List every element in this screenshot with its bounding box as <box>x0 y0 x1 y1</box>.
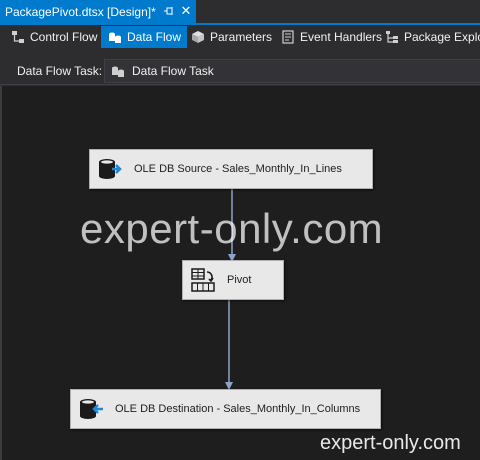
data-flow-canvas[interactable]: OLE DB Source - Sales_Monthly_In_Lines P… <box>0 86 480 460</box>
pivot-label: Pivot <box>227 274 252 286</box>
ole-db-destination-component[interactable]: OLE DB Destination - Sales_Monthly_In_Co… <box>70 389 381 429</box>
tab-event-handlers-label: Event Handlers <box>300 30 383 44</box>
event-handlers-icon <box>282 30 294 44</box>
tab-data-flow[interactable]: Data Flow <box>101 26 188 48</box>
pivot-icon <box>191 268 215 292</box>
tab-package-explorer-label: Package Explor <box>404 30 480 44</box>
data-flow-task-icon <box>112 66 124 77</box>
tab-package-explorer[interactable]: Package Explor <box>378 26 480 48</box>
tab-parameters[interactable]: Parameters <box>184 26 278 48</box>
tab-event-handlers[interactable]: Event Handlers <box>274 26 388 48</box>
tab-data-flow-label: Data Flow <box>127 30 182 44</box>
ole-db-destination-icon <box>80 399 103 419</box>
parameters-icon <box>192 31 204 43</box>
package-explorer-icon <box>386 31 398 43</box>
data-flow-task-dropdown[interactable]: Data Flow Task <box>104 59 480 83</box>
document-tab-strip: PackagePivot.dtsx [Design]* ✕ <box>0 0 480 25</box>
data-flow-task-value: Data Flow Task <box>132 64 214 78</box>
ole-db-destination-label: OLE DB Destination - Sales_Monthly_In_Co… <box>115 403 361 415</box>
ole-db-source-icon <box>99 159 122 179</box>
control-flow-icon <box>12 31 24 43</box>
tab-control-flow[interactable]: Control Flow <box>4 26 103 48</box>
document-tab[interactable]: PackagePivot.dtsx [Design]* ✕ <box>0 0 196 23</box>
task-bar: Data Flow Task: Data Flow Task <box>0 56 480 85</box>
ole-db-source-label: OLE DB Source - Sales_Monthly_In_Lines <box>134 163 342 175</box>
data-flow-task-label: Data Flow Task: <box>17 64 103 78</box>
designer-tab-bar: Control Flow Data Flow Parameters Event … <box>0 25 480 50</box>
tab-control-flow-label: Control Flow <box>30 30 98 44</box>
document-tab-title: PackagePivot.dtsx [Design]* <box>5 4 156 19</box>
ole-db-source-component[interactable]: OLE DB Source - Sales_Monthly_In_Lines <box>89 149 373 189</box>
pin-icon[interactable] <box>163 5 175 17</box>
tab-parameters-label: Parameters <box>210 30 273 44</box>
data-flow-icon <box>109 32 121 43</box>
pivot-component[interactable]: Pivot <box>182 260 284 300</box>
close-icon[interactable]: ✕ <box>180 4 192 18</box>
